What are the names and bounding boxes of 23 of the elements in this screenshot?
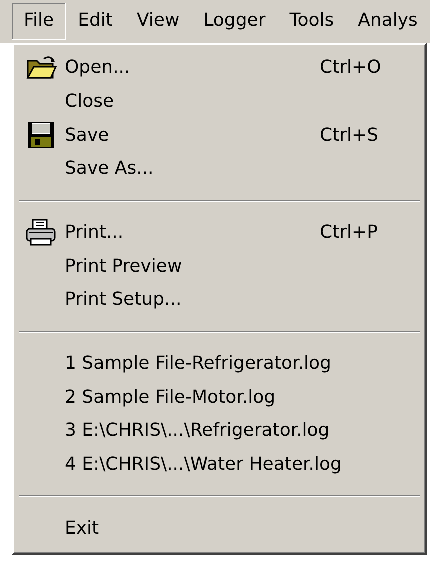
menu-item[interactable]: Close <box>65 91 320 112</box>
menu-item[interactable]: Save <box>65 124 320 146</box>
menu-item[interactable]: Logger <box>192 3 278 40</box>
menu-item[interactable]: 3 E:\CHRIS\...\Refrigerator.log <box>65 420 330 442</box>
menu-item[interactable]: Save As... <box>65 158 320 180</box>
shortcut-label: Ctrl+S <box>320 124 379 146</box>
printer-icon <box>25 218 57 247</box>
menu-item[interactable]: Edit <box>66 3 125 40</box>
menu-item[interactable]: 1 Sample File-Refrigerator.log <box>65 353 332 374</box>
menu-item[interactable]: Print Preview <box>65 256 320 277</box>
menu-item[interactable]: Print... <box>65 222 320 244</box>
menu-item[interactable]: Tools <box>278 3 346 40</box>
shortcut-label: Ctrl+P <box>320 222 378 244</box>
menu-item[interactable]: 4 E:\CHRIS\...\Water Heater.log <box>65 454 342 476</box>
shortcut-label: Ctrl+O <box>320 57 382 78</box>
menu-item[interactable]: Print Setup... <box>65 289 320 310</box>
menu-item[interactable]: File <box>12 3 66 40</box>
menu-item[interactable]: View <box>124 3 192 40</box>
menu-item[interactable]: Exit <box>65 518 320 539</box>
menu-item[interactable]: Analys <box>346 3 430 40</box>
menu-item[interactable]: 2 Sample File-Motor.log <box>65 386 320 408</box>
folder-icon <box>24 54 58 81</box>
menu-item[interactable]: Open... <box>65 57 320 78</box>
